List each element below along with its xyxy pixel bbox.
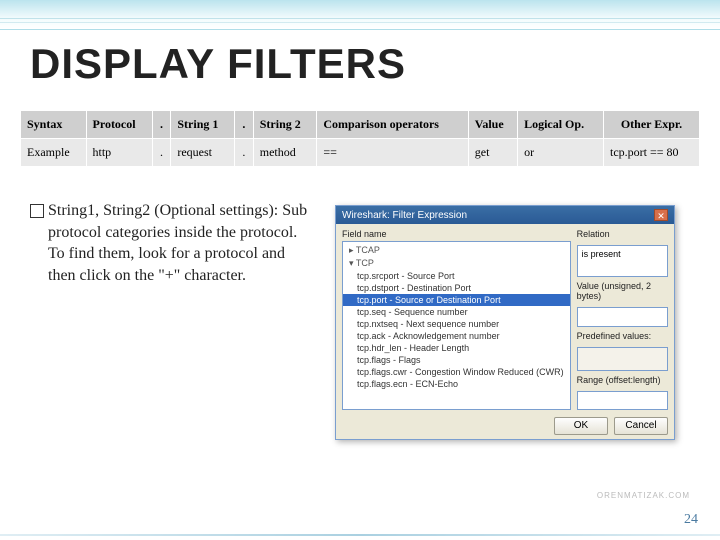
list-item[interactable]: tcp.dstport - Destination Port (343, 282, 570, 294)
dialog-body: Field name ▸ TCAP ▾ TCP tcp.srcport - So… (336, 224, 674, 412)
list-item[interactable]: tcp.ack - Acknowledgement number (343, 330, 570, 342)
td-comparison: == (317, 139, 468, 167)
list-item[interactable]: tcp.hdr_len - Header Length (343, 342, 570, 354)
body-text: String1, String2 (Optional settings): Su… (48, 200, 315, 286)
dialog-left-pane: Field name ▸ TCAP ▾ TCP tcp.srcport - So… (342, 229, 571, 410)
decorative-wave (0, 0, 720, 30)
th-other: Other Expr. (603, 111, 699, 139)
th-logical: Logical Op. (518, 111, 604, 139)
slide: DISPLAY FILTERS Syntax Protocol . String… (0, 0, 720, 540)
range-input[interactable] (577, 391, 668, 410)
predefined-list[interactable] (577, 347, 668, 371)
filter-expression-dialog: Wireshark: Filter Expression ✕ Field nam… (335, 205, 675, 440)
td-example: Example (21, 139, 87, 167)
list-item[interactable]: tcp.srcport - Source Port (343, 270, 570, 282)
list-item[interactable]: tcp.flags.cwr - Congestion Window Reduce… (343, 366, 570, 378)
page-number: 24 (684, 512, 698, 528)
td-protocol: http (86, 139, 152, 167)
relation-label: Relation (577, 229, 668, 239)
td-other: tcp.port == 80 (603, 139, 699, 167)
syntax-table: Syntax Protocol . String 1 . String 2 Co… (20, 110, 700, 167)
th-value: Value (468, 111, 517, 139)
page-title: DISPLAY FILTERS (30, 40, 406, 88)
td-string1: request (171, 139, 235, 167)
decorative-line (0, 22, 720, 23)
list-item[interactable]: tcp.seq - Sequence number (343, 306, 570, 318)
th-string2: String 2 (253, 111, 317, 139)
th-syntax: Syntax (21, 111, 87, 139)
list-item[interactable]: tcp.flags.ecn - ECN-Echo (343, 378, 570, 390)
range-label: Range (offset:length) (577, 375, 668, 385)
list-item[interactable]: tcp.nxtseq - Next sequence number (343, 318, 570, 330)
decorative-bottom-line (0, 534, 720, 536)
ok-button[interactable]: OK (554, 417, 608, 435)
th-comparison: Comparison operators (317, 111, 468, 139)
decorative-line (0, 18, 720, 19)
list-item-selected[interactable]: tcp.port - Source or Destination Port (343, 294, 570, 306)
list-item[interactable]: ▾ TCP (343, 257, 570, 270)
td-value: get (468, 139, 517, 167)
td-logical: or (518, 139, 604, 167)
field-name-list[interactable]: ▸ TCAP ▾ TCP tcp.srcport - Source Port t… (342, 241, 571, 410)
body-paragraph: String1, String2 (Optional settings): Su… (30, 200, 315, 286)
list-item[interactable]: tcp.flags - Flags (343, 354, 570, 366)
table-row: Example http . request . method == get o… (21, 139, 700, 167)
th-dot1: . (152, 111, 171, 139)
dialog-titlebar: Wireshark: Filter Expression ✕ (336, 206, 674, 224)
td-dot2: . (234, 139, 253, 167)
table-header-row: Syntax Protocol . String 1 . String 2 Co… (21, 111, 700, 139)
th-string1: String 1 (171, 111, 235, 139)
watermark-text: ORENMATIZAK.COM (597, 491, 690, 500)
predef-label: Predefined values: (577, 331, 668, 341)
td-dot1: . (152, 139, 171, 167)
relation-list[interactable]: is present (577, 245, 668, 277)
value-input[interactable] (577, 307, 668, 326)
dialog-right-pane: Relation is present Value (unsigned, 2 b… (577, 229, 668, 410)
bullet-square-icon (30, 204, 44, 218)
td-string2: method (253, 139, 317, 167)
dialog-button-row: OK Cancel (554, 417, 668, 435)
field-name-label: Field name (342, 229, 571, 239)
value-label: Value (unsigned, 2 bytes) (577, 281, 668, 301)
th-protocol: Protocol (86, 111, 152, 139)
cancel-button[interactable]: Cancel (614, 417, 668, 435)
th-dot2: . (234, 111, 253, 139)
close-icon[interactable]: ✕ (654, 209, 668, 221)
dialog-title-text: Wireshark: Filter Expression (342, 210, 467, 221)
list-item[interactable]: ▸ TCAP (343, 244, 570, 257)
